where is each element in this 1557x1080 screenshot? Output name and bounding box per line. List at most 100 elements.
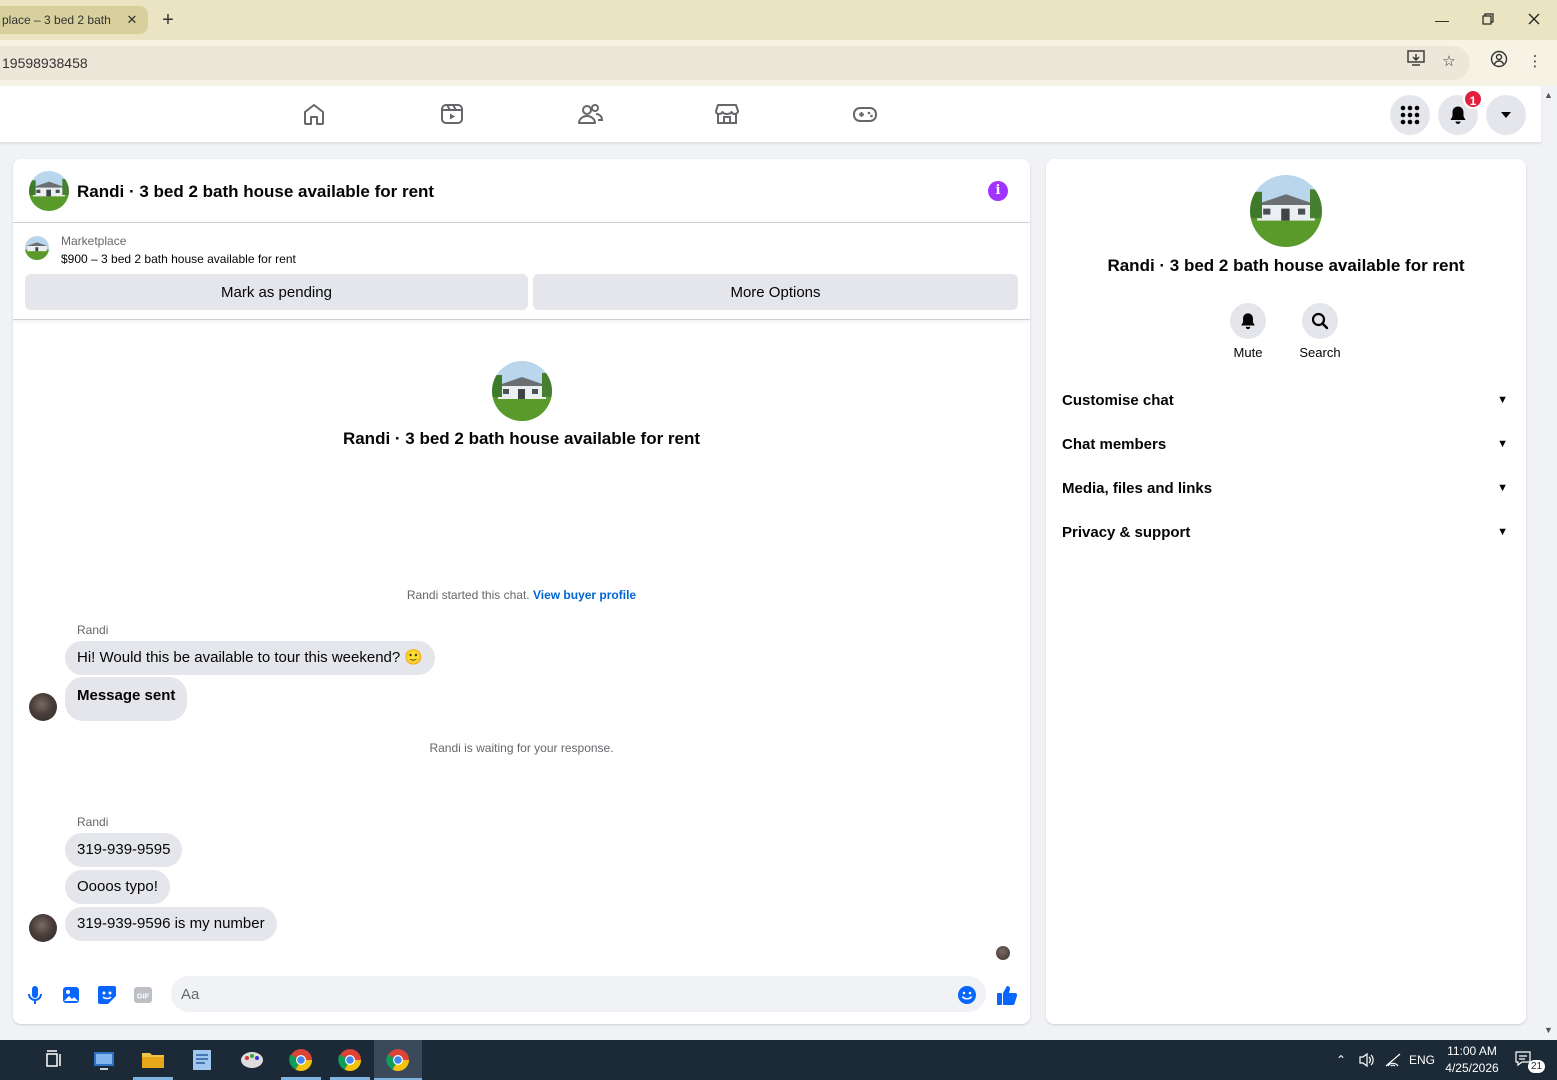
message-text: Hi! Would this be available to tour this… (77, 649, 401, 666)
message-input[interactable] (171, 976, 986, 1012)
info-avatar[interactable] (1250, 175, 1322, 247)
media-files-links-section[interactable]: Media, files and links ▼ (1062, 468, 1510, 508)
paint-app-icon[interactable] (238, 1046, 266, 1074)
taskbar-clock[interactable]: 11:00 AM 4/25/2026 (1438, 1043, 1506, 1077)
menu-grid-icon[interactable] (1390, 95, 1430, 135)
message-bubble[interactable]: 319-939-9596 is my number (65, 907, 277, 941)
sender-name: Randi (77, 623, 109, 637)
listing-thumbnail[interactable] (25, 236, 49, 260)
language-indicator[interactable]: ENG (1409, 1040, 1435, 1080)
chevron-down-icon: ▼ (1497, 394, 1508, 406)
message-composer: GIF (13, 971, 1030, 1021)
chat-members-section[interactable]: Chat members ▼ (1062, 424, 1510, 464)
mute-label: Mute (1233, 345, 1263, 360)
sticker-icon[interactable] (95, 983, 119, 1007)
info-title: Randi · 3 bed 2 bath house available for… (1107, 256, 1465, 275)
gif-text: GIF (137, 992, 150, 1001)
search-icon (1302, 303, 1338, 339)
section-label: Chat members (1062, 435, 1167, 453)
marketplace-label: Marketplace (61, 234, 127, 248)
more-options-button[interactable]: More Options (533, 274, 1018, 310)
search-button[interactable]: Search (1290, 303, 1350, 360)
microphone-icon[interactable] (23, 983, 47, 1007)
minimize-icon[interactable]: — (1430, 8, 1454, 32)
home-icon[interactable] (300, 100, 328, 128)
profile-icon[interactable] (1487, 50, 1511, 74)
chat-header: Randi · 3 bed 2 bath house available for… (13, 159, 1030, 223)
address-bar[interactable]: 19598938458 (0, 46, 1470, 80)
sender-avatar[interactable] (29, 693, 57, 721)
marketplace-listing-row: Marketplace $900 – 3 bed 2 bath house av… (13, 224, 1030, 320)
scroll-up-arrow[interactable]: ▲ (1544, 90, 1553, 100)
browser-menu-icon[interactable]: ⋮ (1523, 50, 1547, 74)
customise-chat-section[interactable]: Customise chat ▼ (1062, 380, 1510, 420)
emoji-icon[interactable] (955, 983, 979, 1007)
friends-icon[interactable] (576, 100, 604, 128)
waiting-notice: Randi is waiting for your response. (429, 741, 614, 755)
install-app-icon[interactable] (1404, 50, 1428, 74)
tab-title: place – 3 bed 2 bath (2, 13, 111, 27)
facebook-header (0, 86, 1541, 143)
system-app-icon[interactable] (90, 1046, 118, 1074)
message-bubble[interactable]: Hi! Would this be available to tour this… (65, 641, 436, 675)
smile-emoji: 🙂 (404, 649, 424, 666)
browser-tab[interactable]: place – 3 bed 2 bath ✕ (0, 6, 148, 34)
message-bubble[interactable]: 319-939-9595 (65, 833, 183, 867)
message-bubble[interactable]: Oooos typo! (65, 870, 170, 904)
privacy-support-section[interactable]: Privacy & support ▼ (1062, 512, 1510, 552)
mark-as-pending-button[interactable]: Mark as pending (25, 274, 528, 310)
chrome-icon[interactable] (287, 1046, 315, 1074)
search-label: Search (1299, 345, 1341, 360)
action-center-badge: 21 (1528, 1060, 1546, 1073)
conversation-avatar (492, 361, 552, 421)
network-icon[interactable] (1384, 1040, 1402, 1080)
like-thumbs-up-icon[interactable] (995, 983, 1019, 1007)
file-explorer-icon[interactable] (139, 1046, 167, 1074)
sender-name: Randi (77, 815, 109, 829)
chrome-profile-icon[interactable] (336, 1046, 364, 1074)
marketplace-icon[interactable] (713, 100, 741, 128)
tab-close-icon[interactable]: ✕ (122, 12, 142, 28)
conversation-title: Randi · 3 bed 2 bath house available for… (342, 429, 701, 448)
windows-taskbar: ⌃ ENG 11:00 AM 4/25/2026 21 (0, 1040, 1557, 1080)
restore-icon[interactable] (1476, 8, 1500, 32)
chevron-down-icon: ▼ (1497, 438, 1508, 450)
close-icon[interactable] (1522, 8, 1546, 32)
section-label: Media, files and links (1062, 479, 1213, 497)
video-icon[interactable] (438, 100, 466, 128)
show-hidden-icons-chevron-icon[interactable]: ⌃ (1336, 1040, 1346, 1080)
clock-date: 4/25/2026 (1445, 1061, 1499, 1075)
notepad-app-icon[interactable] (188, 1046, 216, 1074)
sender-avatar[interactable] (29, 914, 57, 942)
bookmark-star-icon[interactable]: ☆ (1437, 50, 1461, 74)
chat-avatar[interactable] (29, 171, 69, 211)
chrome-active-icon[interactable] (384, 1046, 412, 1074)
chevron-down-icon: ▼ (1497, 526, 1508, 538)
gaming-icon[interactable] (851, 100, 879, 128)
section-label: Privacy & support (1062, 523, 1191, 541)
listing-title[interactable]: $900 – 3 bed 2 bath house available for … (61, 252, 296, 266)
chat-title: Randi · 3 bed 2 bath house available for… (77, 182, 435, 201)
chat-started-notice: Randi started this chat. View buyer prof… (13, 588, 1030, 602)
action-center-icon[interactable]: 21 (1514, 1040, 1546, 1080)
address-text: 19598938458 (2, 55, 88, 71)
notification-badge: 1 (1463, 89, 1483, 109)
gif-icon[interactable]: GIF (131, 983, 155, 1007)
message-sent-bubble[interactable]: Message sent (65, 677, 188, 721)
view-buyer-profile-link[interactable]: View buyer profile (533, 588, 636, 602)
browser-tab-bar: place – 3 bed 2 bath ✕ + — (0, 0, 1557, 40)
scroll-down-arrow[interactable]: ▼ (1544, 1025, 1553, 1035)
mute-button[interactable]: Mute (1218, 303, 1278, 360)
section-label: Customise chat (1062, 391, 1174, 409)
new-tab-button[interactable]: + (158, 8, 178, 32)
read-receipt-avatar (996, 946, 1010, 960)
chat-info-panel: Randi · 3 bed 2 bath house available for… (1046, 159, 1526, 1024)
address-bar-row: 19598938458 ☆ ⋮ (0, 40, 1557, 86)
chat-panel: Randi · 3 bed 2 bath house available for… (13, 159, 1030, 1024)
mute-bell-icon (1230, 303, 1266, 339)
info-icon[interactable]: i (988, 181, 1008, 201)
photo-icon[interactable] (59, 983, 83, 1007)
account-dropdown-icon[interactable] (1486, 95, 1526, 135)
volume-icon[interactable] (1358, 1040, 1376, 1080)
task-view-icon[interactable] (40, 1046, 68, 1074)
